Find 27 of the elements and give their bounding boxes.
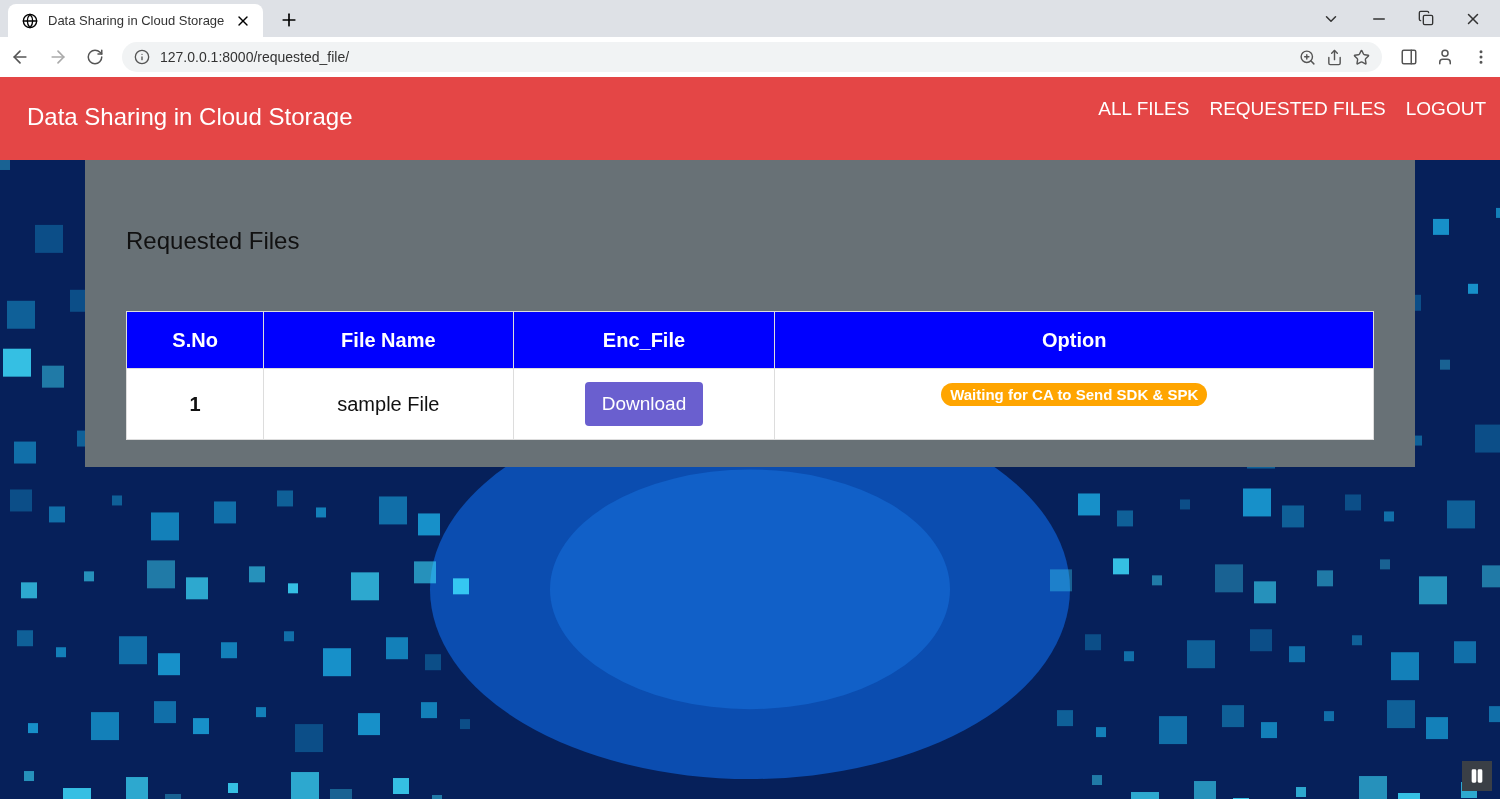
browser-tab[interactable]: Data Sharing in Cloud Storage — [8, 4, 263, 37]
download-button[interactable]: Download — [584, 382, 704, 426]
brand-title: Data Sharing in Cloud Storage — [27, 102, 354, 131]
nav-link[interactable]: REQUESTED FILES — [1209, 97, 1386, 120]
profile-icon[interactable] — [1436, 48, 1454, 66]
restore-icon[interactable] — [1418, 9, 1434, 26]
pause-button[interactable] — [1462, 761, 1492, 791]
column-header: Enc_File — [513, 311, 775, 369]
address-bar[interactable]: 127.0.0.1:8000/requested_file/ — [122, 42, 1382, 72]
reload-icon[interactable] — [86, 48, 104, 66]
column-header: File Name — [263, 311, 514, 369]
globe-icon — [22, 12, 38, 29]
nav-link[interactable]: LOGOUT — [1405, 97, 1486, 120]
zoom-icon[interactable] — [1299, 48, 1316, 66]
tab-title: Data Sharing in Cloud Storage — [48, 13, 225, 28]
serial-number: 1 — [189, 392, 201, 415]
share-icon[interactable] — [1326, 48, 1343, 66]
info-icon[interactable] — [134, 49, 150, 65]
status-badge: Waiting for CA to Send SDK & SPK — [941, 383, 1208, 406]
panel-title: Requested Files — [126, 227, 301, 255]
file-name: sample File — [337, 392, 440, 415]
nav-link[interactable]: ALL FILES — [1098, 97, 1190, 120]
pause-icon — [1469, 768, 1485, 784]
column-header: S.No — [126, 311, 264, 369]
star-icon[interactable] — [1353, 48, 1370, 66]
column-header: Option — [774, 311, 1374, 369]
side-panel-icon[interactable] — [1400, 48, 1418, 66]
